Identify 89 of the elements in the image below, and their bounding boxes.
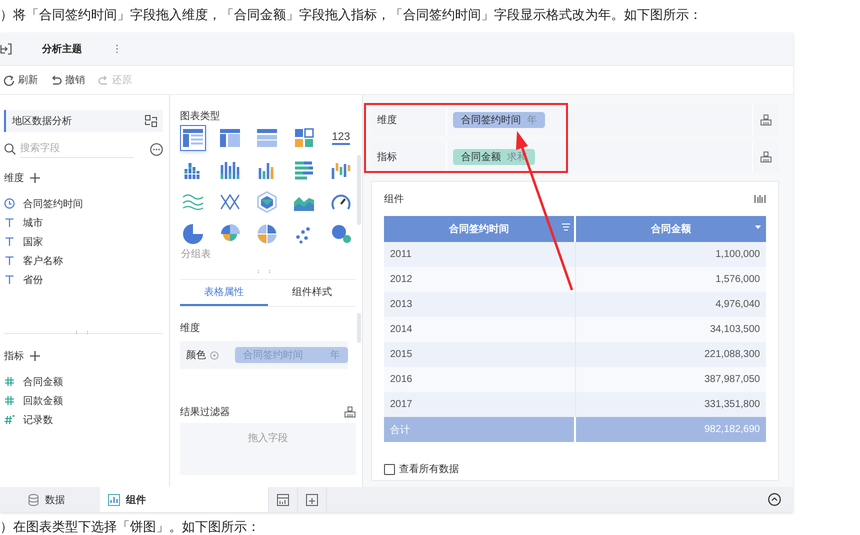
section-title: 指标 bbox=[4, 350, 24, 363]
field-item[interactable]: 合同签约时间 bbox=[23, 196, 83, 210]
count-type-icon bbox=[4, 414, 15, 425]
field-item[interactable]: 国家 bbox=[23, 234, 43, 248]
grouped-column-icon bbox=[219, 159, 241, 181]
field-item[interactable]: 记录数 bbox=[23, 412, 53, 426]
table-cell: 34,103,500 bbox=[575, 317, 766, 342]
widget-title: 组件 bbox=[384, 193, 404, 206]
table-cell: 221,088,300 bbox=[575, 342, 766, 367]
add-component-icon[interactable] bbox=[306, 494, 318, 506]
instruction-text: ）在图表类型下选择「饼图」。如下图所示： bbox=[0, 518, 261, 535]
cross-line-chart-icon bbox=[219, 191, 241, 213]
add-icon[interactable] bbox=[30, 351, 40, 361]
section-title: 维度 bbox=[4, 172, 24, 185]
table-cell: 2012 bbox=[384, 267, 575, 292]
field-pill[interactable]: 合同签约时间 年 bbox=[453, 112, 545, 128]
bottom-tab[interactable]: 数据 bbox=[0, 487, 100, 512]
table-cell: 2011 bbox=[384, 242, 575, 267]
text-type-icon bbox=[4, 274, 15, 285]
tiles-icon bbox=[293, 127, 315, 149]
text-type-icon bbox=[4, 236, 15, 247]
info-icon bbox=[210, 350, 219, 360]
search-icon bbox=[4, 143, 16, 155]
refresh-button[interactable]: 刷新 bbox=[3, 73, 38, 87]
grouped-table-icon bbox=[219, 127, 241, 149]
field-item[interactable]: 合同金额 bbox=[23, 374, 63, 388]
bar-chart-icon bbox=[293, 159, 315, 181]
database-icon bbox=[28, 494, 39, 506]
undo-icon bbox=[50, 74, 62, 86]
table-cell: 1,576,000 bbox=[575, 267, 766, 292]
refresh-icon bbox=[3, 74, 15, 86]
bar-chart-icon bbox=[108, 494, 120, 506]
table-cell: 331,351,800 bbox=[575, 392, 766, 417]
table-icon bbox=[182, 127, 204, 149]
more-menu[interactable]: ⋮ bbox=[112, 44, 122, 54]
table-cell: 2016 bbox=[384, 367, 575, 392]
field-item[interactable]: 省份 bbox=[23, 272, 43, 286]
panel-tab[interactable]: 表格属性 bbox=[180, 280, 268, 306]
redo-icon bbox=[97, 74, 109, 86]
analysis-tab[interactable]: 分析主题 bbox=[42, 42, 82, 56]
number-type-icon bbox=[4, 395, 15, 406]
more-icon[interactable] bbox=[150, 142, 163, 156]
bottom-tab[interactable]: 组件 bbox=[100, 487, 268, 512]
checkbox-label[interactable]: 查看所有数据 bbox=[399, 462, 459, 476]
table-cell: 4,976,040 bbox=[575, 292, 766, 317]
sort-icon[interactable] bbox=[561, 222, 571, 232]
table-cell: 2017 bbox=[384, 392, 575, 417]
collapse-icon[interactable] bbox=[768, 493, 781, 506]
section-title: 图表类型 bbox=[180, 110, 221, 123]
table-cell: 1,100,000 bbox=[575, 242, 766, 267]
property-label: 颜色 bbox=[186, 348, 206, 362]
add-widget-icon[interactable] bbox=[277, 494, 289, 506]
field-item[interactable]: 客户名称 bbox=[23, 254, 63, 268]
switch-icon bbox=[145, 115, 157, 127]
pie-chart-icon bbox=[182, 223, 204, 245]
radar-chart-icon bbox=[256, 223, 278, 245]
chart-type-button[interactable] bbox=[180, 125, 206, 151]
table-cell: 2013 bbox=[384, 292, 575, 317]
panel-tab[interactable]: 组件样式 bbox=[268, 280, 356, 306]
broom-icon[interactable] bbox=[344, 406, 356, 418]
dataset-selector[interactable]: 地区数据分析 bbox=[4, 110, 163, 132]
chart-type-label: 分组表 bbox=[181, 248, 211, 260]
checkbox[interactable] bbox=[384, 464, 395, 474]
field-item[interactable]: 回款金额 bbox=[23, 394, 63, 408]
broom-icon[interactable] bbox=[760, 151, 772, 163]
detail-table-icon bbox=[256, 127, 278, 149]
text-type-icon bbox=[4, 217, 15, 228]
number-type-icon bbox=[4, 376, 15, 387]
section-title: 维度 bbox=[180, 322, 201, 333]
shelf-label: 指标 bbox=[371, 142, 447, 172]
instruction-text: ）将「合同签约时间」字段拖入维度，「合同金额」字段拖入指标，「合同签约时间」字段显示格式改为年。如下图所示： bbox=[0, 6, 703, 24]
section-title: 结果过滤器 bbox=[180, 406, 230, 419]
total-cell: 982,182,690 bbox=[575, 417, 766, 442]
bubble-chart-icon bbox=[330, 223, 352, 245]
field-item[interactable]: 城市 bbox=[23, 216, 43, 230]
clock-icon bbox=[4, 198, 15, 209]
column-settings-icon[interactable] bbox=[754, 194, 766, 204]
exit-icon bbox=[0, 43, 12, 55]
hexagon-icon bbox=[256, 191, 278, 213]
undo-button[interactable]: 撤销 bbox=[50, 73, 85, 87]
table-cell: 2015 bbox=[384, 342, 575, 367]
table-cell: 387,987,050 bbox=[575, 367, 766, 392]
add-icon[interactable] bbox=[30, 173, 40, 183]
shelf-label: 维度 bbox=[371, 105, 447, 135]
search-field[interactable]: 搜索字段 bbox=[20, 140, 134, 158]
total-cell: 合计 bbox=[384, 417, 575, 442]
table-cell: 2014 bbox=[384, 317, 575, 342]
broom-icon[interactable] bbox=[760, 114, 772, 126]
text-type-icon bbox=[4, 255, 15, 266]
